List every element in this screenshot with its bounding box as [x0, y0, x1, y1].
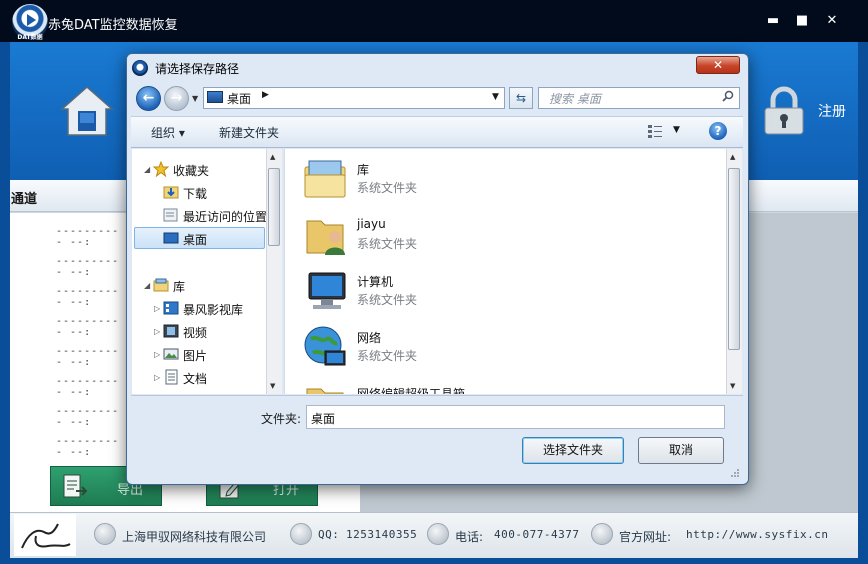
close-button[interactable]: ✕: [823, 12, 841, 30]
list-item[interactable]: ---------- --:: [56, 256, 126, 278]
footer-company: 上海甲驭网络科技有限公司: [122, 530, 267, 544]
maximize-button[interactable]: ■: [793, 12, 811, 30]
list-item[interactable]: ---------- --:: [56, 406, 126, 428]
file-item-computer[interactable]: 计算机 系统文件夹: [301, 267, 701, 317]
company-logo: [14, 514, 76, 556]
video-library-icon: [163, 301, 179, 315]
list-item[interactable]: ---------- --:: [56, 226, 126, 248]
help-icon[interactable]: ?: [709, 122, 727, 140]
desktop-icon: [207, 91, 223, 103]
lock-icon[interactable]: [763, 86, 805, 136]
file-item-libraries[interactable]: 库 系统文件夹: [301, 155, 701, 205]
dialog-title: 请选择保存路径: [155, 62, 240, 76]
folder-field-label: 文件夹:: [261, 412, 302, 426]
user-folder-icon: [306, 220, 345, 255]
scroll-up-icon[interactable]: ▲: [730, 153, 735, 161]
organize-menu[interactable]: 组织 ▾: [151, 124, 185, 141]
phone-icon: [427, 523, 449, 545]
app-logo-tag: DAT数据: [17, 34, 43, 41]
footer-qq-value: 1253140355: [346, 528, 418, 541]
forward-button[interactable]: →: [164, 86, 189, 111]
file-scroll-thumb[interactable]: [728, 168, 740, 350]
qq-icon: [290, 523, 312, 545]
view-options-icon[interactable]: [648, 124, 662, 138]
refresh-button[interactable]: ⇆: [509, 87, 533, 109]
expand-arrow-icon[interactable]: ▷: [154, 373, 160, 382]
address-dropdown-icon[interactable]: ▼: [492, 92, 499, 102]
document-icon: [165, 369, 178, 385]
network-globe-icon: [304, 326, 346, 366]
register-link[interactable]: 注册: [818, 101, 846, 121]
app-title: 赤兔DAT监控数据恢复: [48, 18, 178, 33]
dialog-close-button[interactable]: ✕: [696, 56, 740, 74]
library-folder-icon: [304, 160, 346, 198]
film-icon: [163, 324, 179, 338]
footer-site-link[interactable]: http://www.sysfix.cn: [686, 528, 828, 541]
collapse-arrow-icon[interactable]: ◢: [144, 281, 150, 290]
list-item[interactable]: ---------- --:: [56, 316, 126, 338]
new-folder-button[interactable]: 新建文件夹: [219, 124, 279, 141]
library-icon: [153, 278, 169, 292]
collapse-arrow-icon[interactable]: ◢: [144, 165, 150, 174]
scroll-up-icon[interactable]: ▲: [270, 153, 275, 161]
list-item[interactable]: ---------- --:: [56, 346, 126, 368]
cancel-button[interactable]: 取消: [638, 437, 724, 464]
footer-phone-value: 400-077-4377: [494, 528, 580, 541]
breadcrumb-arrow-icon[interactable]: ▶: [262, 90, 269, 100]
footer-qq-label: QQ:: [318, 528, 340, 541]
search-icon[interactable]: [722, 90, 734, 102]
desktop-icon: [163, 232, 179, 244]
select-folder-button[interactable]: 选择文件夹: [522, 437, 624, 464]
picture-icon: [163, 348, 179, 360]
file-list-pane: 库 系统文件夹 jiayu 系统文件夹 计算机 系统文件夹 网络 系统文件夹 网…: [284, 149, 726, 394]
back-button[interactable]: ←: [136, 86, 161, 111]
list-item[interactable]: ---------- --:: [56, 436, 126, 458]
export-icon: [63, 474, 87, 498]
dialog-app-icon: [132, 60, 148, 76]
expand-arrow-icon[interactable]: ▷: [154, 350, 160, 359]
history-dropdown-icon[interactable]: ▼: [192, 94, 198, 103]
expand-arrow-icon[interactable]: ▷: [154, 304, 160, 313]
column-header-channel[interactable]: 通道: [11, 188, 37, 207]
folder-icon: [306, 388, 344, 394]
company-icon: [94, 523, 116, 545]
footer-site-label: 官方网址:: [619, 530, 672, 544]
app-logo-icon: DAT数据: [12, 4, 48, 41]
scroll-down-icon[interactable]: ▼: [730, 382, 735, 390]
search-input[interactable]: 搜索 桌面: [549, 90, 601, 107]
footer-phone-label: 电话:: [455, 530, 484, 544]
view-dropdown-icon[interactable]: ▼: [673, 125, 680, 135]
nav-scroll-thumb[interactable]: [268, 168, 280, 246]
scroll-down-icon[interactable]: ▼: [270, 382, 275, 390]
computer-icon: [308, 272, 346, 309]
home-icon[interactable]: [60, 85, 114, 137]
list-item[interactable]: ---------- --:: [56, 286, 126, 308]
folder-input[interactable]: 桌面: [306, 405, 725, 429]
minimize-button[interactable]: ▬: [764, 12, 782, 30]
download-folder-icon: [163, 186, 179, 199]
globe-icon: [591, 523, 613, 545]
file-item-toolbox[interactable]: 网络编辑超级工具箱: [301, 379, 701, 394]
list-item[interactable]: ---------- --:: [56, 376, 126, 398]
file-item-network[interactable]: 网络 系统文件夹: [301, 323, 701, 373]
resize-grip-icon[interactable]: [730, 468, 740, 478]
star-icon: [153, 161, 169, 177]
file-item-user[interactable]: jiayu 系统文件夹: [301, 211, 701, 261]
expand-arrow-icon[interactable]: ▷: [154, 327, 160, 336]
recent-places-icon: [163, 208, 178, 222]
address-text[interactable]: 桌面: [227, 90, 251, 107]
